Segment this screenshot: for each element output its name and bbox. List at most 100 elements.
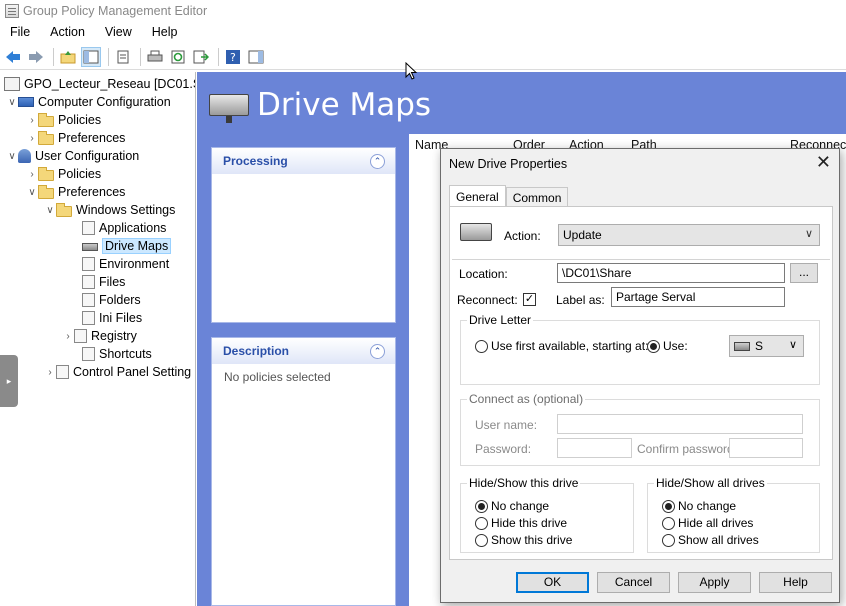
help-button[interactable]: Help <box>759 572 832 593</box>
close-icon[interactable]: ✕ <box>816 152 831 173</box>
browse-button[interactable]: ... <box>790 263 818 283</box>
tree-item-registry[interactable]: › Registry <box>62 327 137 345</box>
description-text: No policies selected <box>224 370 331 384</box>
password-field[interactable] <box>557 438 632 458</box>
menu-file[interactable]: File <box>0 25 40 39</box>
chevron-down-icon[interactable]: ∨ <box>44 205 56 216</box>
tree-item-label: Control Panel Setting <box>73 365 192 379</box>
radio-button[interactable] <box>475 499 488 513</box>
new-drive-properties-dialog: New Drive Properties ✕ General Common Ac… <box>440 148 840 603</box>
show-hide-tree-icon[interactable] <box>81 46 101 67</box>
folder-icon <box>56 202 72 217</box>
help-icon[interactable]: ? <box>223 47 243 67</box>
user-icon <box>18 149 31 163</box>
location-field[interactable]: \DC01\Share <box>557 263 785 283</box>
applications-icon <box>82 221 95 235</box>
hide-show-this-drive-group: Hide/Show this drive No change Hide this… <box>460 476 634 553</box>
label-as-label: Label as: <box>556 293 605 307</box>
apply-button[interactable]: Apply <box>678 572 751 593</box>
tree-item-uc-preferences[interactable]: ∨ Preferences <box>26 183 125 201</box>
back-icon[interactable] <box>3 47 23 67</box>
radio-button[interactable] <box>475 339 488 353</box>
up-folder-icon[interactable] <box>58 47 78 67</box>
drive-letter-group: Drive Letter Use first available, starti… <box>460 313 820 385</box>
chevron-right-icon[interactable]: › <box>62 331 74 342</box>
radio-button[interactable] <box>662 516 675 530</box>
tree-item-computer-configuration[interactable]: ∨ Computer Configuration <box>6 93 170 111</box>
use-radio[interactable]: Use: <box>647 339 688 353</box>
tree-item-label: User Configuration <box>35 149 140 163</box>
cancel-button[interactable]: Cancel <box>597 572 670 593</box>
tree-item-drive-maps[interactable]: Drive Maps <box>70 237 172 255</box>
use-first-available-radio[interactable]: Use first available, starting at: <box>475 339 648 353</box>
tree-item-applications[interactable]: Applications <box>70 219 166 237</box>
chevron-down-icon[interactable]: ∨ <box>6 151 18 162</box>
description-panel-header: Description ⌃ <box>212 338 395 364</box>
collapse-icon[interactable]: ⌃ <box>370 153 385 169</box>
hide-all-drives-label: Hide all drives <box>678 516 754 530</box>
svg-text:?: ? <box>230 51 236 64</box>
hide-this-drive-radio[interactable]: Hide this drive <box>475 516 567 530</box>
properties-icon[interactable] <box>113 47 133 67</box>
window-title: Group Policy Management Editor <box>23 4 208 18</box>
all-no-change-radio[interactable]: No change <box>662 499 736 513</box>
tree-item-files[interactable]: Files <box>70 273 125 291</box>
tree-item-control-panel-settings[interactable]: › Control Panel Setting <box>44 363 191 381</box>
chevron-right-icon[interactable]: › <box>26 115 38 126</box>
radio-button[interactable] <box>475 533 488 547</box>
forward-icon[interactable] <box>26 47 46 67</box>
processing-panel-header: Processing ⌃ <box>212 148 395 174</box>
toolbar-separator <box>108 47 109 66</box>
reconnect-checkbox[interactable]: ✓ <box>523 293 536 306</box>
show-hide-action-pane-icon[interactable] <box>246 47 266 67</box>
action-select[interactable]: Update ∨ <box>558 224 820 246</box>
show-this-drive-label: Show this drive <box>491 533 573 547</box>
tree-item-user-configuration[interactable]: ∨ User Configuration <box>6 147 139 165</box>
confirm-password-field[interactable] <box>729 438 803 458</box>
radio-button[interactable] <box>647 339 660 353</box>
show-this-drive-radio[interactable]: Show this drive <box>475 533 572 547</box>
menu-action[interactable]: Action <box>40 25 95 39</box>
tree-item-label: Policies <box>58 167 102 181</box>
this-no-change-radio[interactable]: No change <box>475 499 549 513</box>
chevron-down-icon: ∨ <box>788 339 797 351</box>
drive-maps-icon <box>460 223 492 241</box>
chevron-down-icon[interactable]: ∨ <box>26 187 38 198</box>
tree-item-folders[interactable]: Folders <box>70 291 141 309</box>
folder-icon <box>38 166 54 181</box>
confirm-password-label: Confirm password: <box>637 442 738 456</box>
tree-item-shortcuts[interactable]: Shortcuts <box>70 345 152 363</box>
chevron-right-icon[interactable]: › <box>26 133 38 144</box>
tree-item-ini-files[interactable]: Ini Files <box>70 309 142 327</box>
tree-item-cc-policies[interactable]: › Policies <box>26 111 101 129</box>
chevron-down-icon[interactable]: ∨ <box>6 97 18 108</box>
tree-item-environment[interactable]: Environment <box>70 255 169 273</box>
shortcuts-icon <box>82 347 95 361</box>
refresh-icon[interactable] <box>168 47 188 67</box>
tab-common[interactable]: Common <box>505 187 569 207</box>
user-name-field[interactable] <box>557 414 803 434</box>
drive-letter-select[interactable]: S ∨ <box>729 335 804 357</box>
export-icon[interactable] <box>191 47 211 67</box>
menu-help[interactable]: Help <box>142 25 188 39</box>
radio-button[interactable] <box>662 533 675 547</box>
side-panel-handle[interactable]: ▸ <box>0 355 18 407</box>
chevron-right-icon[interactable]: › <box>44 367 56 378</box>
tree-item-cc-preferences[interactable]: › Preferences <box>26 129 125 147</box>
ok-button[interactable]: OK <box>516 572 589 593</box>
tab-general[interactable]: General <box>449 185 506 207</box>
print-icon[interactable] <box>145 47 165 67</box>
tree-item-windows-settings[interactable]: ∨ Windows Settings <box>44 201 175 219</box>
radio-button[interactable] <box>662 499 675 513</box>
radio-button[interactable] <box>475 516 488 530</box>
hide-all-drives-radio[interactable]: Hide all drives <box>662 516 753 530</box>
show-all-drives-radio[interactable]: Show all drives <box>662 533 759 547</box>
tree-item-uc-policies[interactable]: › Policies <box>26 165 101 183</box>
collapse-icon[interactable]: ⌃ <box>370 343 385 359</box>
label-as-field[interactable]: Partage Serval <box>611 287 785 307</box>
tree-item-gpo-root[interactable]: GPO_Lecteur_Reseau [DC01.SER <box>4 75 195 93</box>
chevron-right-icon[interactable]: › <box>26 169 38 180</box>
tree-item-label: Windows Settings <box>76 203 176 217</box>
menu-view[interactable]: View <box>95 25 142 39</box>
computer-icon <box>18 97 34 107</box>
